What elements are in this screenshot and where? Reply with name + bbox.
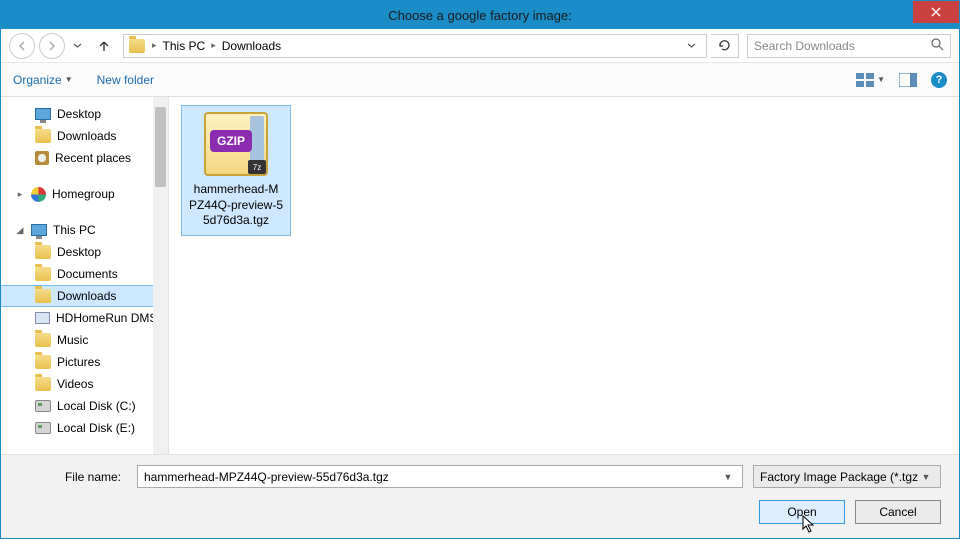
breadcrumb-thispc[interactable]: This PC xyxy=(159,39,210,53)
recent-icon xyxy=(35,151,49,165)
help-button[interactable]: ? xyxy=(931,72,947,88)
computer-icon xyxy=(31,224,47,236)
sevenz-badge: 7z xyxy=(248,160,266,174)
scrollbar-thumb[interactable] xyxy=(155,107,166,187)
dropdown-triangle-icon: ▼ xyxy=(877,75,885,84)
recent-locations-button[interactable] xyxy=(69,41,85,50)
archive-icon: GZIP 7z xyxy=(204,112,268,176)
breadcrumb[interactable]: ▸ This PC ▸ Downloads xyxy=(123,34,707,58)
filename-input[interactable] xyxy=(144,470,720,484)
filetype-filter[interactable]: Factory Image Package (*.tgz;*. ▼ xyxy=(753,465,941,488)
sidebar-item-desktop[interactable]: Desktop xyxy=(1,103,153,125)
filename-combobox[interactable]: ▼ xyxy=(137,465,743,488)
sidebar-item-pc-music[interactable]: Music xyxy=(1,329,153,351)
desktop-icon xyxy=(35,108,51,120)
refresh-button[interactable] xyxy=(711,34,739,58)
toolbar: Organize ▼ New folder ▼ ? xyxy=(1,63,959,97)
sidebar-item-homegroup[interactable]: ▸Homegroup xyxy=(1,183,153,205)
arrow-left-icon xyxy=(16,40,28,52)
disk-icon xyxy=(35,422,51,434)
dialog-title: Choose a google factory image: xyxy=(388,8,572,23)
search-icon xyxy=(931,38,944,54)
expand-icon[interactable]: ▸ xyxy=(15,189,25,200)
cancel-button[interactable]: Cancel xyxy=(855,500,941,524)
back-button[interactable] xyxy=(9,33,35,59)
arrow-up-icon xyxy=(97,39,111,53)
breadcrumb-separator: ▸ xyxy=(209,40,218,51)
close-icon xyxy=(931,7,941,17)
thumbnails-icon xyxy=(856,73,874,87)
chevron-down-icon xyxy=(73,41,82,50)
close-button[interactable] xyxy=(913,1,959,23)
breadcrumb-downloads[interactable]: Downloads xyxy=(218,39,285,53)
refresh-icon xyxy=(718,39,731,52)
body-area: Desktop Downloads Recent places ▸Homegro… xyxy=(1,97,959,454)
navigation-sidebar: Desktop Downloads Recent places ▸Homegro… xyxy=(1,97,153,454)
file-open-dialog: Choose a google factory image: ▸ This PC… xyxy=(0,0,960,539)
device-icon xyxy=(35,312,50,324)
folder-icon xyxy=(35,333,51,347)
chevron-down-icon[interactable]: ▼ xyxy=(918,472,934,482)
file-label: hammerhead-M PZ44Q-preview-5 5d76d3a.tgz xyxy=(189,182,283,229)
breadcrumb-separator: ▸ xyxy=(150,40,159,51)
up-button[interactable] xyxy=(93,35,115,57)
folder-icon xyxy=(35,245,51,259)
chevron-down-icon[interactable]: ▼ xyxy=(720,472,736,482)
chevron-down-icon[interactable] xyxy=(687,41,696,50)
sidebar-item-pc-videos[interactable]: Videos xyxy=(1,373,153,395)
collapse-icon[interactable]: ◢ xyxy=(15,225,25,236)
sidebar-item-diske[interactable]: Local Disk (E:) xyxy=(1,417,153,439)
new-folder-button[interactable]: New folder xyxy=(97,73,154,87)
forward-button[interactable] xyxy=(39,33,65,59)
folder-icon xyxy=(35,377,51,391)
sidebar-item-recent[interactable]: Recent places xyxy=(1,147,153,169)
sidebar-item-diskc[interactable]: Local Disk (C:) xyxy=(1,395,153,417)
dropdown-triangle-icon: ▼ xyxy=(65,75,73,84)
preview-pane-button[interactable] xyxy=(899,73,917,87)
filename-label: File name: xyxy=(19,470,127,484)
open-button[interactable]: Open xyxy=(759,500,845,524)
folder-icon xyxy=(128,37,146,55)
organize-label: Organize xyxy=(13,73,62,87)
folder-icon xyxy=(35,129,51,143)
disk-icon xyxy=(35,400,51,412)
sidebar-item-pc-documents[interactable]: Documents xyxy=(1,263,153,285)
bottom-panel: File name: ▼ Factory Image Package (*.tg… xyxy=(1,454,959,538)
sidebar-item-downloads[interactable]: Downloads xyxy=(1,125,153,147)
nav-bar: ▸ This PC ▸ Downloads xyxy=(1,29,959,63)
organize-menu[interactable]: Organize ▼ xyxy=(13,73,73,87)
search-box[interactable] xyxy=(747,34,951,58)
view-options-button[interactable]: ▼ xyxy=(856,73,885,87)
folder-icon xyxy=(35,267,51,281)
filter-label: Factory Image Package (*.tgz;*. xyxy=(760,470,918,484)
folder-icon xyxy=(35,355,51,369)
file-list-area[interactable]: GZIP 7z hammerhead-M PZ44Q-preview-5 5d7… xyxy=(169,97,959,454)
folder-icon xyxy=(35,289,51,303)
titlebar: Choose a google factory image: xyxy=(1,1,959,29)
preview-pane-icon xyxy=(899,73,917,87)
arrow-right-icon xyxy=(46,40,58,52)
sidebar-item-pc-pictures[interactable]: Pictures xyxy=(1,351,153,373)
sidebar-scrollbar[interactable] xyxy=(153,97,169,454)
sidebar-item-hdhomerun[interactable]: HDHomeRun DMS xyxy=(1,307,153,329)
sidebar-item-pc-downloads[interactable]: Downloads xyxy=(1,285,153,307)
sidebar-item-pc-desktop[interactable]: Desktop xyxy=(1,241,153,263)
gzip-badge: GZIP xyxy=(210,130,252,152)
sidebar-item-thispc[interactable]: ◢This PC xyxy=(1,219,153,241)
file-item[interactable]: GZIP 7z hammerhead-M PZ44Q-preview-5 5d7… xyxy=(181,105,291,236)
search-input[interactable] xyxy=(754,39,927,53)
homegroup-icon xyxy=(31,187,46,202)
